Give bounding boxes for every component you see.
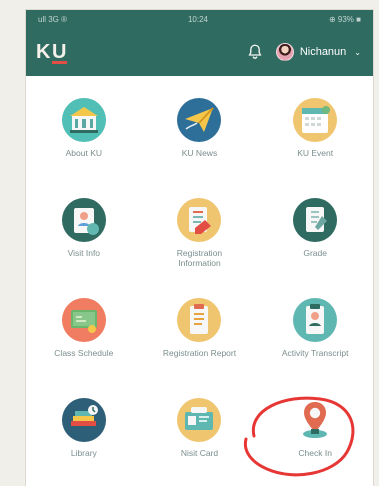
- main-menu-grid: About KU KU News KU Event Visit Info Reg…: [26, 76, 373, 486]
- menu-item-ku-news[interactable]: KU News: [142, 86, 258, 186]
- visit-info-label: Visit Info: [67, 248, 101, 258]
- about-ku-label: About KU: [65, 148, 103, 158]
- user-avatar: [275, 43, 294, 61]
- nisit-card-label: Nisit Card: [180, 448, 219, 458]
- activity-transcript-label: Activity Transcript: [281, 348, 349, 358]
- student-card-icon: [177, 398, 222, 442]
- clipboard-report-icon: [177, 298, 222, 342]
- logo-k: K: [36, 40, 51, 63]
- menu-item-library[interactable]: Library: [26, 386, 142, 486]
- menu-item-class-schedule[interactable]: Class Schedule: [26, 286, 142, 386]
- user-name: Nichanun: [299, 46, 347, 58]
- visitor-pass-icon: [61, 198, 106, 242]
- class-schedule-label: Class Schedule: [54, 348, 114, 358]
- menu-item-registration-report[interactable]: Registration Report: [142, 286, 258, 386]
- grade-document-icon: [293, 198, 338, 242]
- logo-u: U: [51, 40, 67, 63]
- screenshot-page: ull 3G ® 10:24 ⊕ 93% ■ K U Nichanun ⌄ Ab…: [0, 0, 379, 486]
- app-header: K U Nichanun ⌄: [26, 28, 373, 76]
- chevron-down-icon: ⌄: [354, 47, 361, 57]
- menu-item-activity-transcript[interactable]: Activity Transcript: [257, 286, 373, 386]
- check-in-label: Check In: [298, 448, 332, 458]
- menu-item-check-in[interactable]: Check In: [257, 386, 373, 486]
- registration-information-label: Registration Information: [176, 248, 223, 268]
- menu-item-registration-information[interactable]: Registration Information: [142, 186, 258, 286]
- registration-report-label: Registration Report: [162, 348, 237, 358]
- ku-event-label: KU Event: [297, 148, 334, 158]
- menu-item-grade[interactable]: Grade: [257, 186, 373, 286]
- user-menu[interactable]: Nichanun ⌄: [275, 43, 361, 61]
- document-info-icon: [177, 198, 222, 242]
- status-left: ull 3G ®: [38, 14, 68, 24]
- status-time: 10:24: [187, 14, 209, 24]
- menu-item-ku-event[interactable]: KU Event: [257, 86, 373, 186]
- library-books-icon: [61, 398, 106, 442]
- ku-logo[interactable]: K U: [36, 41, 67, 64]
- status-right: ⊕ 93% ■: [328, 14, 361, 24]
- ku-news-label: KU News: [181, 148, 218, 158]
- transcript-clipboard-icon: [293, 298, 338, 342]
- mobile-app-screen: ull 3G ® 10:24 ⊕ 93% ■ K U Nichanun ⌄ Ab…: [26, 10, 373, 486]
- status-bar: ull 3G ® 10:24 ⊕ 93% ■: [26, 10, 373, 28]
- library-label: Library: [70, 448, 97, 458]
- grade-label: Grade: [303, 248, 327, 258]
- university-building-icon: [61, 98, 106, 142]
- calendar-event-icon: [293, 98, 338, 142]
- notification-bell-icon[interactable]: [246, 43, 264, 61]
- class-board-icon: [61, 298, 106, 342]
- menu-item-nisit-card[interactable]: Nisit Card: [142, 386, 258, 486]
- menu-item-visit-info[interactable]: Visit Info: [26, 186, 142, 286]
- header-actions: Nichanun ⌄: [246, 43, 361, 61]
- menu-item-about-ku[interactable]: About KU: [26, 86, 142, 186]
- paper-plane-news-icon: [177, 98, 222, 142]
- location-pin-icon: [303, 402, 328, 438]
